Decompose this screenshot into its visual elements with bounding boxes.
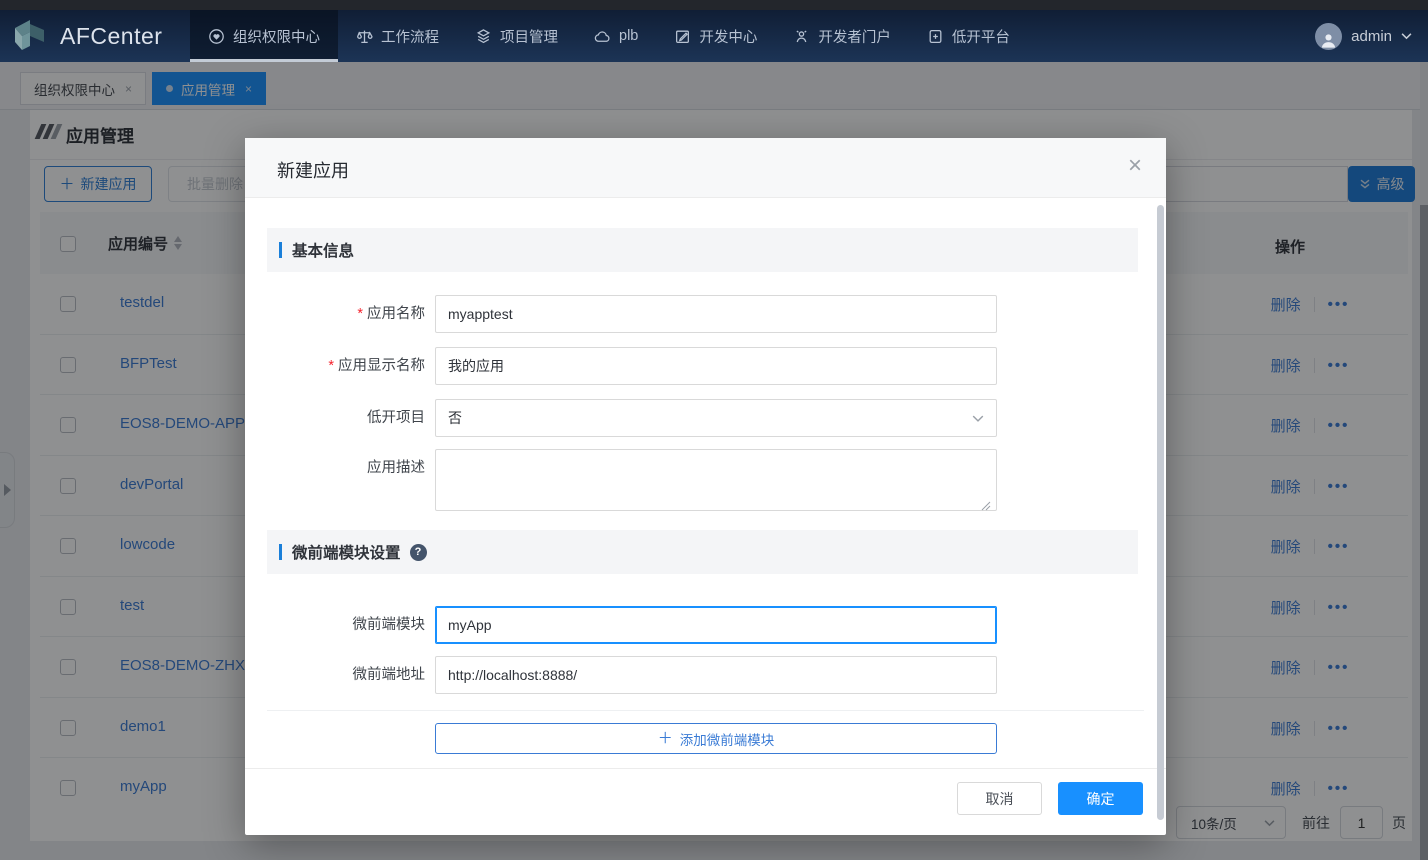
nav-item-label: 开发中心 [699, 26, 757, 47]
section-label: 基本信息 [292, 239, 354, 261]
nav-item-workflow[interactable]: 工作流程 [338, 10, 457, 62]
low-code-project-label: 低开项目 [255, 399, 425, 437]
help-icon[interactable]: ? [410, 544, 427, 561]
required-asterisk: * [328, 358, 334, 374]
section-label: 微前端模块设置 [292, 541, 401, 563]
new-app-dialog: 新建应用 × 基本信息 *应用名称 *应用显示名称 低开项目 否 应用描述 [245, 138, 1166, 835]
heart-badge-icon [208, 28, 225, 45]
add-micro-module-label: 添加微前端模块 [680, 729, 775, 749]
nav-item-label: 低开平台 [952, 26, 1010, 47]
chevron-down-icon [1401, 32, 1412, 40]
nav-item-label: 项目管理 [500, 26, 558, 47]
edit-square-icon [674, 28, 691, 45]
nav-item-dev-center[interactable]: 开发中心 [656, 10, 775, 62]
required-asterisk: * [357, 306, 363, 322]
cloud-icon [594, 28, 611, 45]
app-description-textarea[interactable] [435, 449, 997, 511]
modal-footer: 取消 确定 [245, 768, 1166, 835]
modal-header: 新建应用 × [245, 138, 1166, 198]
micro-url-label: 微前端地址 [255, 656, 425, 694]
nav-item-developer-portal[interactable]: 开发者门户 [775, 10, 909, 62]
nav-item-label: plb [619, 28, 638, 44]
nav-item-label: 组织权限中心 [233, 26, 320, 47]
nav-menu: 组织权限中心 工作流程 项目管理 [190, 10, 1028, 62]
app-name-label: *应用名称 [255, 295, 425, 333]
modal-title: 新建应用 [277, 157, 349, 183]
close-button[interactable]: × [1128, 154, 1142, 178]
nav-item-org-auth-center[interactable]: 组织权限中心 [190, 10, 338, 62]
afcenter-logo-icon [14, 20, 50, 52]
nav-item-project-management[interactable]: 项目管理 [457, 10, 576, 62]
divider [267, 710, 1144, 711]
cancel-button[interactable]: 取消 [957, 782, 1042, 815]
nav-item-label: 工作流程 [381, 26, 439, 47]
plus-square-icon [927, 28, 944, 45]
section-accent-bar [279, 544, 282, 560]
brand: AFCenter [14, 20, 190, 52]
add-micro-module-button[interactable]: ＋ 添加微前端模块 [435, 723, 997, 754]
window-chrome-strip [0, 0, 1428, 10]
modal-scrollbar-thumb[interactable] [1157, 205, 1164, 820]
app-display-name-label: *应用显示名称 [255, 347, 425, 385]
app-name-input[interactable] [435, 295, 997, 333]
section-basic-info: 基本信息 [267, 228, 1138, 272]
app-display-name-input[interactable] [435, 347, 997, 385]
nav-item-plb[interactable]: plb [576, 10, 656, 62]
nav-item-lowcode-platform[interactable]: 低开平台 [909, 10, 1028, 62]
chevron-down-icon [972, 414, 984, 423]
section-accent-bar [279, 242, 282, 258]
select-value: 否 [448, 408, 462, 428]
screen: AFCenter 组织权限中心 工作流程 [0, 0, 1428, 860]
user-menu[interactable]: admin [1315, 23, 1414, 50]
app-description-label: 应用描述 [255, 449, 425, 487]
section-micro-frontend: 微前端模块设置 ? [267, 530, 1138, 574]
brand-name: AFCenter [60, 23, 162, 50]
avatar-icon [1315, 23, 1342, 50]
plus-icon: ＋ [658, 731, 673, 746]
micro-module-label: 微前端模块 [255, 606, 425, 644]
scales-icon [356, 28, 373, 45]
confirm-button[interactable]: 确定 [1058, 782, 1143, 815]
person-badge-icon [793, 28, 810, 45]
nav-item-label: 开发者门户 [818, 26, 891, 47]
micro-url-input[interactable] [435, 656, 997, 694]
username: admin [1351, 28, 1392, 45]
navbar: AFCenter 组织权限中心 工作流程 [0, 10, 1428, 62]
micro-module-input[interactable] [435, 606, 997, 644]
layers-icon [475, 28, 492, 45]
low-code-project-select[interactable]: 否 [435, 399, 997, 437]
